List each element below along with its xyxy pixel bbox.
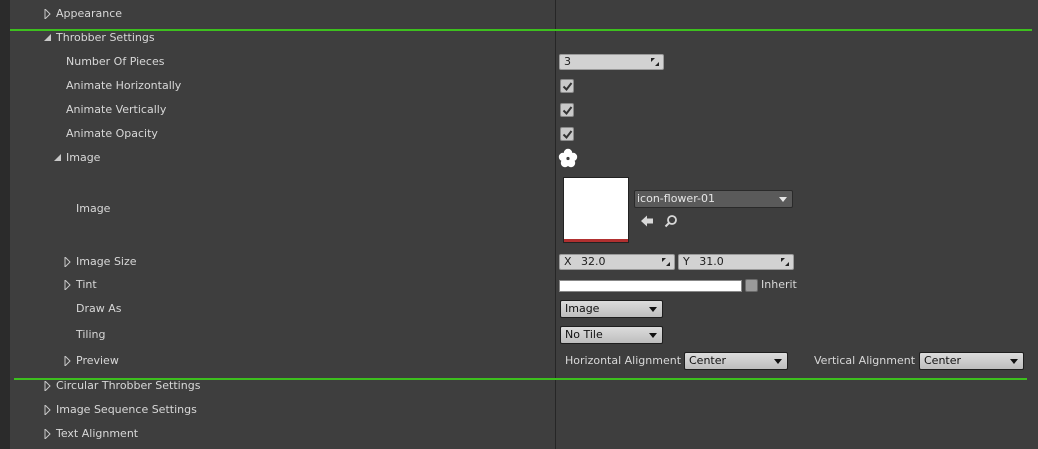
image-thumbnail[interactable] bbox=[563, 177, 629, 243]
row-throbber-settings[interactable]: Throbber Settings bbox=[56, 31, 155, 45]
collapsed-arrow-icon[interactable] bbox=[43, 405, 53, 415]
chevron-down-icon bbox=[649, 307, 657, 312]
draw-as-value: Image bbox=[565, 302, 600, 315]
animate-opacity-checkbox[interactable] bbox=[560, 127, 574, 141]
section-highlight-top bbox=[10, 29, 1032, 31]
animate-vertically-checkbox[interactable] bbox=[560, 103, 574, 117]
left-panel-edge bbox=[0, 0, 10, 449]
x-label: X bbox=[564, 255, 572, 268]
drag-resize-icon[interactable] bbox=[650, 57, 660, 67]
tint-color-swatch[interactable] bbox=[559, 280, 742, 292]
column-divider[interactable] bbox=[555, 0, 556, 449]
asset-type-stripe bbox=[564, 239, 628, 242]
y-value: 31.0 bbox=[699, 255, 724, 268]
checkmark-icon bbox=[562, 106, 573, 116]
vertical-alignment-label: Vertical Alignment bbox=[814, 354, 916, 367]
row-appearance[interactable]: Appearance bbox=[56, 7, 122, 21]
arrow-left-icon[interactable] bbox=[640, 214, 654, 228]
flower-icon bbox=[558, 148, 578, 168]
animate-horizontally-checkbox[interactable] bbox=[560, 79, 574, 93]
tiling-value: No Tile bbox=[565, 328, 603, 341]
label-image: Image bbox=[76, 202, 111, 215]
chevron-down-icon bbox=[1010, 359, 1018, 364]
collapsed-arrow-icon[interactable] bbox=[43, 429, 53, 439]
horizontal-alignment-dropdown[interactable]: Center bbox=[684, 352, 788, 370]
checkmark-icon bbox=[562, 82, 573, 92]
label-draw-as: Draw As bbox=[76, 302, 122, 315]
collapsed-arrow-icon[interactable] bbox=[43, 381, 53, 391]
image-size-x-field[interactable]: X 32.0 bbox=[559, 254, 675, 270]
inherit-label: Inherit bbox=[761, 278, 797, 291]
row-text-alignment[interactable]: Text Alignment bbox=[56, 427, 138, 441]
vertical-alignment-dropdown[interactable]: Center bbox=[919, 352, 1024, 370]
label-animate-vertically: Animate Vertically bbox=[66, 103, 167, 116]
chevron-down-icon bbox=[649, 333, 657, 338]
row-image-size[interactable]: Image Size bbox=[76, 255, 137, 269]
row-circular-throbber-settings[interactable]: Circular Throbber Settings bbox=[56, 379, 200, 393]
number-of-pieces-field[interactable]: 3 bbox=[559, 54, 664, 70]
collapsed-arrow-icon[interactable] bbox=[63, 356, 73, 366]
chevron-down-icon bbox=[779, 197, 787, 202]
horizontal-alignment-label: Horizontal Alignment bbox=[565, 354, 682, 367]
label-animate-opacity: Animate Opacity bbox=[66, 127, 158, 140]
number-of-pieces-value: 3 bbox=[564, 55, 571, 68]
search-icon[interactable] bbox=[664, 214, 678, 228]
y-label: Y bbox=[683, 255, 690, 268]
row-image-group[interactable]: Image bbox=[66, 151, 100, 165]
collapsed-arrow-icon[interactable] bbox=[43, 9, 53, 19]
drag-resize-icon[interactable] bbox=[780, 257, 790, 267]
asset-picker-dropdown[interactable]: icon-flower-01 bbox=[634, 190, 793, 208]
label-animate-horizontally: Animate Horizontally bbox=[66, 79, 182, 92]
x-value: 32.0 bbox=[581, 255, 606, 268]
collapsed-arrow-icon[interactable] bbox=[63, 280, 73, 290]
expanded-arrow-icon[interactable] bbox=[43, 33, 53, 43]
tiling-dropdown[interactable]: No Tile bbox=[560, 326, 663, 344]
horizontal-alignment-value: Center bbox=[689, 354, 727, 367]
row-image-sequence-settings[interactable]: Image Sequence Settings bbox=[56, 403, 197, 417]
row-tint[interactable]: Tint bbox=[76, 278, 97, 292]
vertical-alignment-value: Center bbox=[924, 354, 962, 367]
image-size-y-field[interactable]: Y 31.0 bbox=[678, 254, 794, 270]
drag-resize-icon[interactable] bbox=[661, 257, 671, 267]
collapsed-arrow-icon[interactable] bbox=[63, 257, 73, 267]
row-preview[interactable]: Preview bbox=[76, 354, 119, 368]
asset-name: icon-flower-01 bbox=[637, 192, 715, 205]
draw-as-dropdown[interactable]: Image bbox=[560, 300, 663, 318]
chevron-down-icon bbox=[774, 359, 782, 364]
inherit-checkbox[interactable] bbox=[745, 279, 758, 292]
checkmark-icon bbox=[562, 130, 573, 140]
label-number-of-pieces: Number Of Pieces bbox=[66, 55, 165, 68]
label-tiling: Tiling bbox=[76, 328, 106, 341]
expanded-arrow-icon[interactable] bbox=[53, 153, 63, 163]
